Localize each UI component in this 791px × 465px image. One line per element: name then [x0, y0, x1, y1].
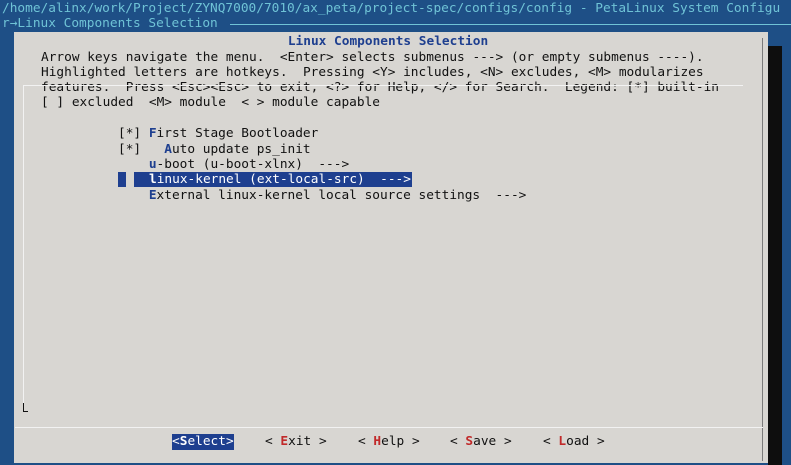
button-label: elect> — [187, 434, 234, 449]
button-hotkey: S — [465, 434, 474, 449]
menu-item-hotkey: A — [164, 142, 172, 157]
cursor-marker — [118, 172, 126, 187]
button-pre: < — [543, 434, 559, 449]
menu-item-hotkey: F — [148, 126, 157, 141]
menu-item-label: inux-kernel (ext-local-src) ---> — [156, 172, 411, 187]
exit-button[interactable]: < Exit > — [265, 434, 327, 450]
menu-item-prefix — [118, 157, 149, 172]
menu-border-left — [23, 85, 24, 412]
menu-border-corner-bottom — [23, 411, 28, 412]
button-hotkey: H — [373, 434, 382, 449]
button-pre: < — [358, 434, 374, 449]
breadcrumb: r→Linux Components Selection — [2, 16, 218, 31]
menu-item-label: -boot (u-boot-xlnx) ---> — [156, 157, 350, 172]
button-label: elp > — [381, 434, 420, 449]
menu-item-external-linux-kernel-settings[interactable]: External linux-kernel local source setti… — [118, 188, 527, 204]
dialog-right-border — [762, 38, 763, 461]
help-line-2: Highlighted letters are hotkeys. Pressin… — [41, 65, 704, 80]
menu-item-label: irst Stage Bootloader — [156, 126, 319, 141]
menu-item-hotkey: u — [148, 157, 157, 172]
button-label: ave > — [473, 434, 512, 449]
button-pre: < — [172, 434, 180, 449]
select-button[interactable]: <Select> — [172, 434, 234, 450]
button-separator — [15, 427, 763, 428]
button-label: xit > — [288, 434, 327, 449]
menu-item-label: uto update ps_init — [171, 142, 311, 157]
menu-item-label: xternal linux-kernel local source settin… — [156, 188, 527, 203]
menu-item-first-stage-bootloader[interactable]: [*] First Stage Bootloader — [118, 126, 318, 142]
menu-item-linux-kernel[interactable]: linux-kernel (ext-local-src) ---> — [134, 172, 412, 187]
menu-item-auto-update-ps-init[interactable]: [*] Auto update ps_init — [118, 142, 311, 158]
save-button[interactable]: < Save > — [450, 434, 512, 450]
menu-item-u-boot[interactable]: u-boot (u-boot-xlnx) ---> — [118, 157, 349, 173]
button-pre: < — [265, 434, 281, 449]
menu-item-prefix: [*] — [118, 142, 165, 157]
help-button[interactable]: < Help > — [358, 434, 420, 450]
menu-item-prefix — [118, 188, 149, 203]
menu-item-hotkey: E — [148, 188, 157, 203]
window-title: /home/alinx/work/Project/ZYNQ7000/7010/a… — [2, 1, 781, 16]
button-hotkey: L — [558, 434, 567, 449]
terminal-screen: /home/alinx/work/Project/ZYNQ7000/7010/a… — [0, 0, 791, 465]
dialog-title: Linux Components Selection — [287, 34, 489, 49]
help-line-1: Arrow keys navigate the menu. <Enter> se… — [41, 50, 704, 65]
dialog-shadow — [768, 46, 782, 465]
header-rule — [230, 24, 791, 25]
button-hotkey: E — [280, 434, 289, 449]
menu-item-hotkey: l — [149, 172, 157, 187]
menu-border-top — [23, 85, 743, 86]
button-label: oad > — [566, 434, 605, 449]
button-pre: < — [450, 434, 466, 449]
menu-item-prefix: [*] — [118, 126, 149, 141]
load-button[interactable]: < Load > — [543, 434, 605, 450]
